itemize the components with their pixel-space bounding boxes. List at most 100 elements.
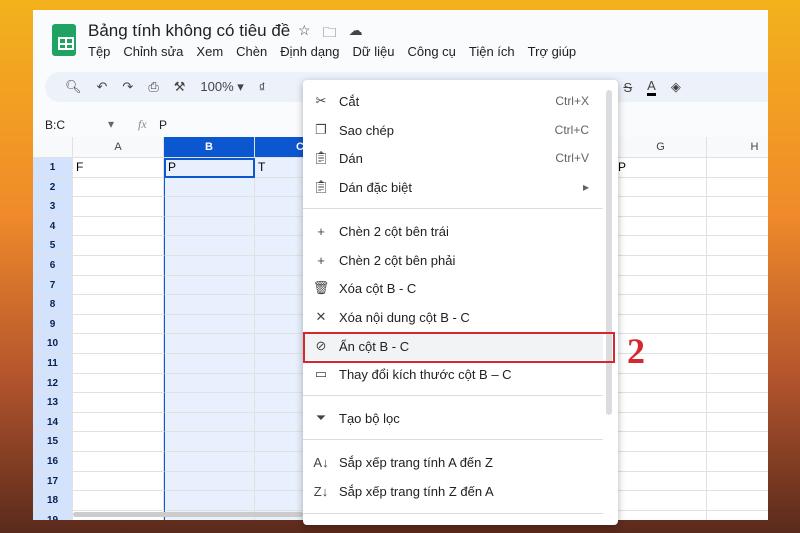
cell-a4[interactable]	[73, 216, 164, 237]
cell-b13[interactable]	[164, 393, 255, 413]
cell-h7[interactable]	[707, 275, 768, 296]
select-all-corner[interactable]	[33, 137, 73, 158]
cell-a10[interactable]	[73, 334, 164, 354]
row-header-2[interactable]: 2	[33, 177, 73, 198]
menu-item-clipboard-special[interactable]: 📋︎ Dán đặc biệt ▸	[303, 173, 603, 201]
cell-b6[interactable]	[164, 256, 255, 276]
menu-tools[interactable]: Công cụ	[407, 44, 455, 59]
cell-h12[interactable]	[707, 373, 768, 394]
cell-a8[interactable]	[73, 295, 164, 315]
menu-edit[interactable]: Chỉnh sửa	[123, 44, 183, 59]
menu-data[interactable]: Dữ liệu	[353, 44, 395, 59]
redo-icon[interactable]: ↷	[122, 79, 133, 95]
cell-g5[interactable]	[615, 236, 707, 256]
menu-item-clipboard[interactable]: 📋︎ Dán Ctrl+V	[303, 144, 603, 172]
cell-b12[interactable]	[164, 373, 255, 394]
menu-item-plus[interactable]: + Chèn 2 cột bên trái	[303, 217, 603, 245]
cell-h6[interactable]	[707, 256, 768, 276]
row-header-12[interactable]: 12	[33, 373, 73, 394]
row-header-1[interactable]: 1	[33, 158, 73, 178]
move-folder-icon[interactable]: 🗀	[323, 22, 337, 46]
cell-h8[interactable]	[707, 295, 768, 315]
cell-g12[interactable]	[615, 373, 707, 394]
horizontal-scrollbar[interactable]	[73, 512, 303, 517]
cell-h2[interactable]	[707, 177, 768, 198]
row-header-8[interactable]: 8	[33, 295, 73, 315]
cell-a17[interactable]	[73, 471, 164, 492]
cell-h17[interactable]	[707, 471, 768, 492]
column-header-g[interactable]: G	[615, 137, 707, 158]
cell-g14[interactable]	[615, 412, 707, 433]
cell-a3[interactable]	[73, 197, 164, 217]
row-header-15[interactable]: 15	[33, 432, 73, 452]
cell-b3[interactable]	[164, 197, 255, 217]
cell-b15[interactable]	[164, 432, 255, 452]
cell-a2[interactable]	[73, 177, 164, 198]
cell-h13[interactable]	[707, 393, 768, 413]
cell-a18[interactable]	[73, 491, 164, 511]
cell-a12[interactable]	[73, 373, 164, 394]
cell-b5[interactable]	[164, 236, 255, 256]
cell-b17[interactable]	[164, 471, 255, 492]
menu-item-filter[interactable]: ⏷ Tạo bộ lọc	[303, 404, 603, 432]
row-header-13[interactable]: 13	[33, 393, 73, 413]
row-header-16[interactable]: 16	[33, 452, 73, 472]
cell-h16[interactable]	[707, 452, 768, 472]
cell-a15[interactable]	[73, 432, 164, 452]
menu-file[interactable]: Tệp	[88, 44, 110, 59]
menu-item-trash[interactable]: 🗑︎ Xóa cột B - C	[303, 274, 603, 302]
menu-item-plus[interactable]: + Chèn 2 cột bên phải	[303, 246, 603, 274]
cell-h14[interactable]	[707, 412, 768, 433]
strikethrough-button[interactable]: S	[623, 80, 632, 95]
cell-a16[interactable]	[73, 452, 164, 472]
print-icon[interactable]: ⎙	[148, 79, 158, 95]
row-header-4[interactable]: 4	[33, 216, 73, 237]
cell-a11[interactable]	[73, 354, 164, 374]
paint-format-icon[interactable]: ⚒	[174, 79, 186, 95]
star-icon[interactable]: ☆	[298, 22, 311, 46]
menu-insert[interactable]: Chèn	[236, 44, 267, 59]
cell-a13[interactable]	[73, 393, 164, 413]
zoom-select[interactable]: 100% ▾	[200, 79, 243, 95]
cell-g1[interactable]: P	[615, 158, 707, 178]
cell-h4[interactable]	[707, 216, 768, 237]
cell-h15[interactable]	[707, 432, 768, 452]
cell-g16[interactable]	[615, 452, 707, 472]
menu-item-copy[interactable]: ❐ Sao chép Ctrl+C	[303, 116, 603, 144]
row-header-7[interactable]: 7	[33, 275, 73, 296]
doc-title[interactable]: Bảng tính không có tiêu đề	[88, 21, 290, 41]
cell-a14[interactable]	[73, 412, 164, 433]
cell-b11[interactable]	[164, 354, 255, 374]
name-box[interactable]: B:C	[45, 118, 65, 132]
cell-h3[interactable]	[707, 197, 768, 217]
row-header-9[interactable]: 9	[33, 314, 73, 335]
cell-b8[interactable]	[164, 295, 255, 315]
cell-b18[interactable]	[164, 491, 255, 511]
cell-g6[interactable]	[615, 256, 707, 276]
row-header-11[interactable]: 11	[33, 354, 73, 374]
menu-item-scissors[interactable]: ✂ Cắt Ctrl+X	[303, 87, 603, 115]
undo-icon[interactable]: ↶	[97, 79, 108, 95]
row-header-3[interactable]: 3	[33, 197, 73, 217]
cell-g7[interactable]	[615, 275, 707, 296]
cell-g2[interactable]	[615, 177, 707, 198]
cell-a1[interactable]: F	[73, 158, 164, 178]
cell-b14[interactable]	[164, 412, 255, 433]
cell-g15[interactable]	[615, 432, 707, 452]
cell-h11[interactable]	[707, 354, 768, 374]
cell-h18[interactable]	[707, 491, 768, 511]
cell-g17[interactable]	[615, 471, 707, 492]
menu-extensions[interactable]: Tiện ích	[469, 44, 515, 59]
menu-item-sort-az[interactable]: A↓ Sắp xếp trang tính A đến Z	[303, 448, 603, 476]
row-header-18[interactable]: 18	[33, 491, 73, 511]
column-header-a[interactable]: A	[73, 137, 164, 158]
cell-b2[interactable]	[164, 177, 255, 198]
cell-a6[interactable]	[73, 256, 164, 276]
menu-view[interactable]: Xem	[196, 44, 223, 59]
menu-item-x[interactable]: ✕ Xóa nội dung cột B - C	[303, 303, 603, 331]
column-header-h[interactable]: H	[707, 137, 768, 158]
cell-g3[interactable]	[615, 197, 707, 217]
menu-format[interactable]: Định dạng	[280, 44, 339, 59]
cloud-status-icon[interactable]: ☁	[349, 22, 363, 46]
cell-b9[interactable]	[164, 314, 255, 335]
